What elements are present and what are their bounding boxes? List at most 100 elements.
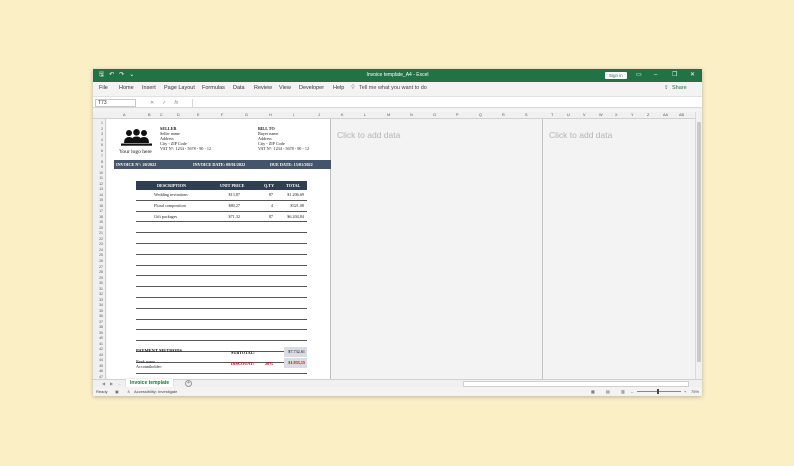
column-header[interactable]: Y [631,113,634,118]
row-header[interactable]: 28 [99,270,103,274]
tab-view[interactable]: View [279,85,291,92]
row-header[interactable]: 41 [99,342,103,346]
empty-page-3[interactable]: Click to add data [545,119,694,379]
row-header[interactable]: 17 [99,209,103,213]
share-icon[interactable]: ⇪ [664,85,669,92]
tab-developer[interactable]: Developer [299,85,324,92]
normal-view-icon[interactable]: ▦ [591,387,595,396]
formula-input[interactable] [192,99,697,107]
column-header[interactable]: U [567,113,570,118]
zoom-in-button[interactable]: + [684,387,686,396]
tab-page-layout[interactable]: Page Layout [164,85,195,92]
row-header[interactable]: 11 [99,176,103,180]
column-header[interactable]: O [433,113,436,118]
column-header[interactable]: I [293,113,294,118]
row-header[interactable]: 31 [99,287,103,291]
row-header[interactable]: 40 [99,336,103,340]
column-header[interactable]: P [456,113,459,118]
row-header[interactable]: 20 [99,226,103,230]
cancel-icon[interactable]: ✕ [150,99,154,107]
column-header[interactable]: X [615,113,618,118]
table-row[interactable] [136,244,307,255]
row-header[interactable]: 43 [99,353,103,357]
tab-home[interactable]: Home [119,85,134,92]
restore-button[interactable]: ❐ [672,71,677,79]
table-row[interactable] [136,255,307,266]
column-header[interactable]: F [221,113,223,118]
table-row[interactable] [136,276,307,288]
page-layout-view-icon[interactable]: ▤ [606,387,610,396]
row-header[interactable]: 36 [99,314,103,318]
tab-data[interactable]: Data [233,85,245,92]
table-row[interactable]: Gift packages $71,32 87 $6.204,84 [136,212,307,223]
table-row[interactable] [136,287,307,298]
row-header[interactable]: 12 [99,182,103,186]
column-header[interactable]: AB [679,113,684,118]
table-row[interactable] [136,222,307,234]
row-header[interactable]: 18 [99,215,103,219]
row-header[interactable]: 30 [99,281,103,285]
column-header[interactable]: G [245,113,248,118]
close-button[interactable]: ✕ [690,71,695,79]
column-header[interactable]: D [177,113,180,118]
row-header[interactable]: 42 [99,347,103,351]
tab-review[interactable]: Review [254,85,272,92]
row-header[interactable]: 3 [101,132,103,136]
column-header[interactable]: K [341,113,344,118]
row-header[interactable]: 15 [99,198,103,202]
row-header[interactable]: 13 [99,187,103,191]
zoom-slider-track[interactable] [637,391,681,392]
column-header[interactable]: H [269,113,272,118]
add-data-placeholder[interactable]: Click to add data [549,130,612,140]
row-header[interactable]: 22 [99,237,103,241]
row-header[interactable]: 45 [99,364,103,368]
row-header[interactable]: 29 [99,276,103,280]
tab-help[interactable]: Help [333,85,344,92]
name-box[interactable]: T73 [95,99,136,107]
row-header[interactable]: 44 [99,358,103,362]
row-header[interactable]: 26 [99,259,103,263]
row-header[interactable]: 46 [99,369,103,373]
column-header[interactable]: V [583,113,586,118]
row-header[interactable]: 33 [99,298,103,302]
column-header[interactable]: Q [479,113,482,118]
table-row[interactable] [136,266,307,277]
add-data-placeholder[interactable]: Click to add data [337,130,400,140]
vertical-scroll-thumb[interactable] [697,122,701,362]
empty-page-2[interactable]: Click to add data [333,119,543,379]
table-row[interactable]: Wedding invitations $13,87 87 $1.206,69 [136,190,307,201]
table-row[interactable] [136,320,307,331]
zoom-out-button[interactable]: – [631,387,633,396]
table-row[interactable]: Floral composition $80,27 4 $321,08 [136,201,307,212]
row-header[interactable]: 7 [101,154,103,158]
add-sheet-button[interactable]: + [185,380,192,387]
column-header[interactable]: A [123,113,126,118]
column-header[interactable]: AA [663,113,668,118]
row-header[interactable]: 19 [99,220,103,224]
column-header[interactable]: T [551,113,553,118]
row-header[interactable]: 16 [99,204,103,208]
row-header[interactable]: 2 [101,127,103,131]
minimize-button[interactable]: – [654,71,657,79]
tab-formulas[interactable]: Formulas [202,85,225,92]
column-header[interactable]: B [148,113,151,118]
row-header[interactable]: 6 [101,149,103,153]
row-header[interactable]: 21 [99,231,103,235]
table-row[interactable] [136,309,307,320]
row-header[interactable]: 24 [99,248,103,252]
table-row[interactable] [136,330,307,342]
row-header[interactable]: 10 [99,171,103,175]
macro-record-icon[interactable]: ▣ [115,387,119,396]
row-header[interactable]: 1 [101,121,103,125]
row-header[interactable]: 5 [101,143,103,147]
row-header[interactable]: 37 [99,320,103,324]
accessibility-icon[interactable]: ♿︎ [127,387,131,396]
zoom-level[interactable]: 75% [691,387,699,396]
ribbon-display-icon[interactable]: ▭ [636,71,642,79]
column-header[interactable]: R [502,113,505,118]
row-header[interactable]: 38 [99,325,103,329]
row-header[interactable]: 27 [99,265,103,269]
row-header[interactable]: 8 [101,160,103,164]
row-header[interactable]: 34 [99,303,103,307]
row-header[interactable]: 25 [99,253,103,257]
